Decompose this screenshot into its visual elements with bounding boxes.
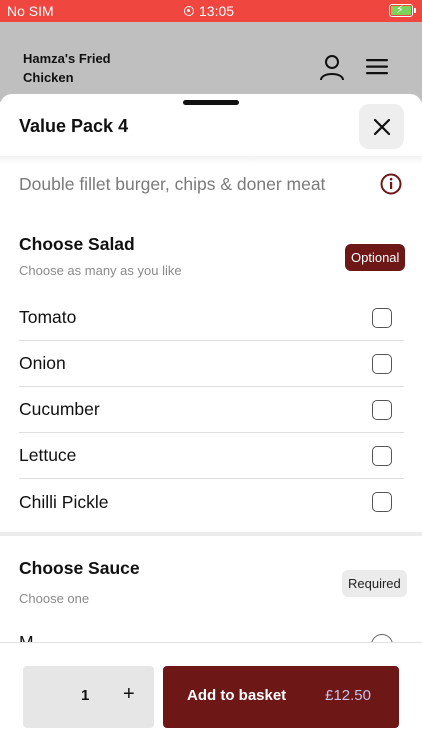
salad-section-title: Choose Salad xyxy=(19,234,135,254)
battery-icon: ⚡ xyxy=(389,4,416,17)
option-label: Chilli Pickle xyxy=(19,491,109,512)
checkbox[interactable] xyxy=(372,492,392,512)
close-button[interactable] xyxy=(359,104,404,149)
increment-button[interactable]: + xyxy=(123,683,135,706)
quantity-value: 1 xyxy=(81,687,90,704)
option-label: Lettuce xyxy=(19,445,77,465)
checkbox[interactable] xyxy=(372,354,392,374)
quantity-stepper[interactable]: 1 + xyxy=(23,666,154,728)
user-icon[interactable] xyxy=(318,54,346,87)
salad-option-onion[interactable]: Onion xyxy=(19,341,404,387)
clock: 13:05 xyxy=(184,3,234,19)
clock-time: 13:05 xyxy=(199,3,235,19)
salad-options-list: Tomato Onion Cucumber Lettuce Chilli Pic… xyxy=(19,295,404,525)
option-label: Cucumber xyxy=(19,399,100,419)
bottom-action-bar: 1 + Add to basket £12.50 xyxy=(0,642,422,750)
section-divider xyxy=(0,532,422,536)
salad-option-chilli-pickle[interactable]: Chilli Pickle xyxy=(19,479,404,525)
optional-badge: Optional xyxy=(345,244,406,271)
carrier-label: No SIM xyxy=(7,3,54,19)
restaurant-name: Hamza's Fried Chicken xyxy=(23,51,111,85)
checkbox[interactable] xyxy=(372,308,392,328)
item-title: Value Pack 4 xyxy=(19,116,129,136)
close-icon xyxy=(373,118,390,135)
hamburger-menu-icon[interactable] xyxy=(366,58,388,81)
sauce-section-title: Choose Sauce xyxy=(19,558,140,578)
sheet-grabber[interactable] xyxy=(183,100,239,105)
salad-option-tomato[interactable]: Tomato xyxy=(19,295,404,341)
total-price: £12.50 xyxy=(325,687,371,704)
add-to-basket-label: Add to basket xyxy=(187,687,287,704)
item-description: Double fillet burger, chips & doner meat xyxy=(19,174,326,194)
option-label: Onion xyxy=(19,353,66,373)
salad-section-subtitle: Choose as many as you like xyxy=(19,263,182,278)
option-label: Tomato xyxy=(19,307,77,327)
required-badge: Required xyxy=(342,570,407,597)
location-icon xyxy=(184,6,194,16)
add-to-basket-button[interactable]: Add to basket £12.50 xyxy=(163,666,399,728)
salad-option-cucumber[interactable]: Cucumber xyxy=(19,387,404,433)
checkbox[interactable] xyxy=(372,400,392,420)
salad-option-lettuce[interactable]: Lettuce xyxy=(19,433,404,479)
sauce-section-subtitle: Choose one xyxy=(19,591,90,606)
status-bar: No SIM 13:05 ⚡ xyxy=(0,0,422,22)
app-header: Hamza's Fried Chicken xyxy=(0,22,422,102)
checkbox[interactable] xyxy=(372,446,392,466)
title-divider xyxy=(0,156,422,164)
info-icon[interactable] xyxy=(380,173,402,200)
